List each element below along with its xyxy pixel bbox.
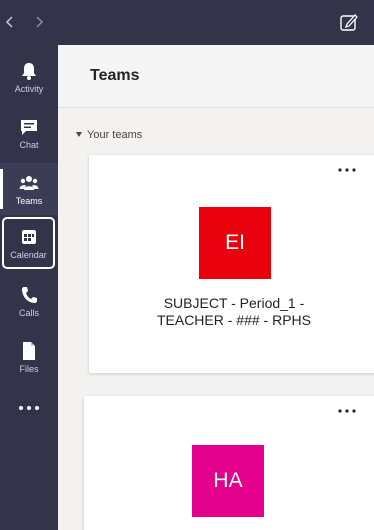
rail-item-label: Activity (14, 84, 44, 94)
file-icon (23, 342, 35, 360)
page-title: Teams (90, 67, 140, 84)
more-options-icon[interactable] (337, 408, 357, 414)
rail-item-label: Files (19, 364, 39, 374)
chat-icon (21, 120, 37, 135)
rail-item-calls[interactable]: Calls (0, 275, 58, 327)
rail-item-label: Calls (18, 308, 39, 318)
rail-item-label: Calendar (10, 250, 47, 260)
your-teams-toggle[interactable]: Your teams (76, 129, 142, 141)
rail-item-activity[interactable]: Activity (0, 51, 58, 103)
rail-item-chat[interactable]: Chat (0, 107, 58, 159)
more-options-icon[interactable] (337, 167, 357, 173)
rail-item-teams[interactable]: Teams (0, 163, 58, 215)
rail-item-label: Teams (15, 196, 43, 206)
bell-icon (22, 63, 36, 80)
chevron-left-icon[interactable] (3, 12, 17, 32)
rail-item-label: Chat (19, 140, 39, 150)
section-label: Your teams (87, 129, 143, 141)
ellipsis-icon[interactable] (14, 401, 44, 415)
rail-item-files[interactable]: Files (0, 331, 58, 383)
app-rail: Activity Chat Teams Calendar Calls Files (0, 45, 58, 530)
team-card[interactable]: EI SUBJECT - Period_1 - TEACHER - ### - … (89, 155, 374, 373)
page-header: Teams (58, 45, 374, 108)
main-content: Teams Your teams EI SUBJECT - Period_1 -… (58, 45, 374, 530)
teams-icon (19, 176, 39, 190)
team-avatar: HA (192, 445, 264, 517)
team-avatar: EI (199, 207, 271, 279)
compose-icon[interactable] (339, 12, 359, 32)
phone-icon (22, 287, 37, 303)
caret-down-icon (76, 132, 82, 137)
team-name: SUBJECT - Period_1 - TEACHER - ### - RPH… (156, 295, 312, 328)
title-bar (0, 0, 374, 45)
team-card[interactable]: HA (84, 396, 374, 530)
rail-item-calendar[interactable]: Calendar (2, 217, 55, 269)
calendar-icon (21, 230, 36, 244)
chevron-right-icon[interactable] (32, 12, 46, 32)
